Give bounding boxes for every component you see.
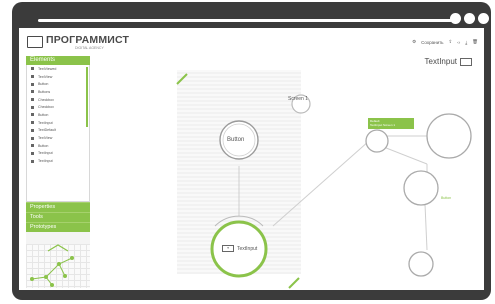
sidebar-item[interactable]: Button [27,80,89,88]
elements-header[interactable]: Elements [26,56,90,65]
sidebar-item-label: TextDefault [38,128,56,133]
sidebar-item-label: TextInput [38,159,53,164]
app-name: ПРОГРАММИСТ [46,34,130,46]
sidebar-item-label: Buttons [38,89,51,94]
right-node-3 [403,170,439,206]
sidebar-item-label: TextInput [38,151,53,156]
textinput-node-content[interactable]: T TextInput [222,245,257,252]
element-type-icon [31,151,34,155]
code-icon[interactable]: ‹› [457,40,460,45]
app-screen: ПРОГРАММИСТ DIGITAL AGENCY ⚙ Сохранить ⇪… [19,28,484,290]
textinput-type-icon [460,57,472,66]
right-node-4 [408,251,434,277]
sidebar-item[interactable]: TextView [27,73,89,81]
sidebar-item[interactable]: TextInput [27,157,89,165]
save-button[interactable]: Сохранить [421,40,443,45]
sidebar-item-label: TextView [38,74,53,79]
export-icon[interactable]: ⤓ [465,40,467,45]
button-node-label[interactable]: Button [227,137,244,143]
element-type-icon [31,75,34,79]
element-type-icon [31,113,34,117]
screen-node-label: Screen 1 [288,96,309,102]
element-type-icon [31,98,34,102]
sidebar-item-label: TextView [38,136,53,141]
sidebar-item-label: Checkbox [38,105,54,110]
sidebar-item[interactable]: TextDefault [27,127,89,135]
element-type-icon [31,136,34,140]
sidebar-item[interactable]: TextInput [27,119,89,127]
right-node-2 [426,113,472,159]
element-type-icon [31,82,34,86]
address-bar [38,19,452,22]
window-dot-2-icon[interactable] [464,13,475,24]
sidebar-item[interactable]: Checkbox [27,96,89,104]
gear-icon[interactable]: ⚙ [412,39,416,45]
monitor-logo-icon [27,36,43,48]
sidebar-item[interactable]: Button [27,142,89,150]
sidebar-item-label: Button [38,112,49,117]
delete-icon[interactable]: 🗑 [472,39,478,45]
share-icon[interactable]: ⇪ [449,39,453,45]
sidebar-item[interactable]: TextView [27,134,89,142]
textinput-icon: T [222,245,234,252]
selected-element-title: TextInput [425,57,472,66]
element-type-icon [31,67,34,71]
sidebar-item[interactable]: Buttons [27,88,89,96]
app-subtitle: DIGITAL AGENCY [75,46,104,50]
selected-title-text: TextInput [424,57,457,66]
connection-tooltip[interactable]: Default TextInput Screen 1 [368,118,414,129]
sidebar-item-label: Button [38,143,49,148]
elements-list: TextViewed TextView Button Buttons Checkbox C… [26,65,90,202]
top-toolbar: ⚙ Сохранить ⇪ ‹› ⤓ 🗑 [412,39,478,45]
tooltip-line-2: TextInput Screen 1 [370,123,396,127]
left-panel: Elements TextViewed TextView Button Buttons… [26,56,90,288]
window-dot-3-icon[interactable] [478,13,489,24]
sidebar-item-label: Checkbox [38,97,54,102]
section-prototypes[interactable]: Prototypes [26,222,90,232]
element-type-icon [31,90,34,94]
design-canvas[interactable]: Screen 1 Button T TextInput Button [91,56,484,290]
artboard-corner-tl [176,73,188,85]
node-graph [176,73,472,289]
right-node-1 [365,129,389,153]
right-node-label: Button [441,196,452,200]
sidebar-item-label: TextInput [38,120,53,125]
section-tools[interactable]: Tools [26,212,90,222]
minimap-graph [30,244,74,287]
sidebar-item-label: Button [38,82,49,87]
element-type-icon [31,128,34,132]
section-properties[interactable]: Properties [26,202,90,212]
element-type-icon [31,144,34,148]
element-type-icon [31,159,34,163]
sidebar-item[interactable]: TextInput [27,150,89,158]
element-type-icon [31,105,34,109]
minimap[interactable] [26,244,90,288]
sidebar-item-label: TextViewed [38,66,57,71]
textinput-node-label: TextInput [237,245,258,252]
sidebar-item[interactable]: TextViewed [27,65,89,73]
window-dot-1-icon[interactable] [450,13,461,24]
sidebar-item[interactable]: Button [27,111,89,119]
list-scrollbar[interactable] [86,67,88,127]
artboard-corner-br [288,277,300,289]
element-type-icon [31,121,34,125]
sidebar-item[interactable]: Checkbox [27,103,89,111]
